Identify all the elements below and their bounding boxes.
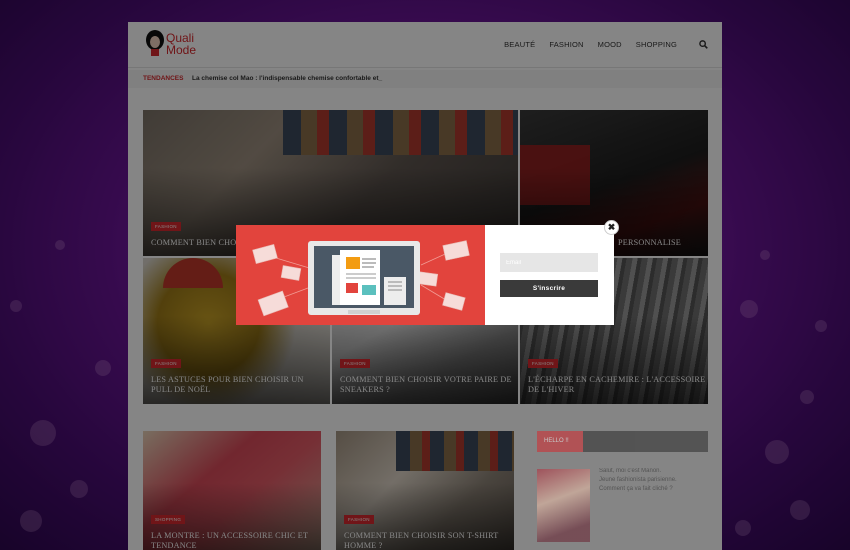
newsletter-illustration [236, 225, 485, 325]
subscribe-button[interactable]: S'inscrire [500, 280, 598, 297]
newsletter-form: S'inscrire [485, 225, 614, 325]
email-field[interactable] [500, 253, 598, 272]
newspaper-illustration-icon [252, 240, 470, 317]
close-icon[interactable]: ✖ [604, 220, 619, 235]
newsletter-popup: S'inscrire [236, 225, 614, 325]
